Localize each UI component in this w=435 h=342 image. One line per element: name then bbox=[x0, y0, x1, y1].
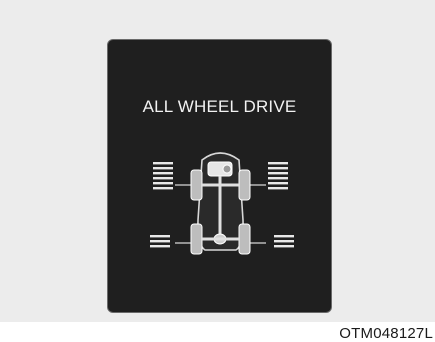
drivetrain-graphic bbox=[175, 152, 266, 255]
front-right-torque-bar bbox=[268, 162, 288, 165]
rear-right-torque-bar bbox=[274, 235, 294, 238]
awd-drivetrain-icon bbox=[150, 152, 294, 255]
front-left-torque-bar bbox=[153, 162, 173, 165]
rear-left-torque-bar bbox=[150, 245, 170, 248]
rear-left-torque-bar bbox=[150, 235, 170, 238]
front-right-torque-bar bbox=[268, 177, 288, 180]
front-right-torque-bar bbox=[268, 187, 288, 190]
rear-right-torque-bar bbox=[274, 240, 294, 243]
front-left-torque-bar bbox=[153, 177, 173, 180]
front-left-torque-bar bbox=[153, 167, 173, 170]
rear-left-torque-bar bbox=[150, 240, 170, 243]
front-left-torque-bar bbox=[153, 187, 173, 190]
front-right-torque-bar bbox=[268, 182, 288, 185]
front-right-torque-bar bbox=[268, 172, 288, 175]
front-right-torque-bar bbox=[268, 167, 288, 170]
front-left-torque-bar bbox=[153, 172, 173, 175]
figure-code: OTM048127L bbox=[339, 325, 433, 342]
rear-right-torque-bar bbox=[274, 245, 294, 248]
front-left-torque-bar bbox=[153, 182, 173, 185]
awd-display-panel: ALL WHEEL DRIVE bbox=[107, 39, 332, 313]
